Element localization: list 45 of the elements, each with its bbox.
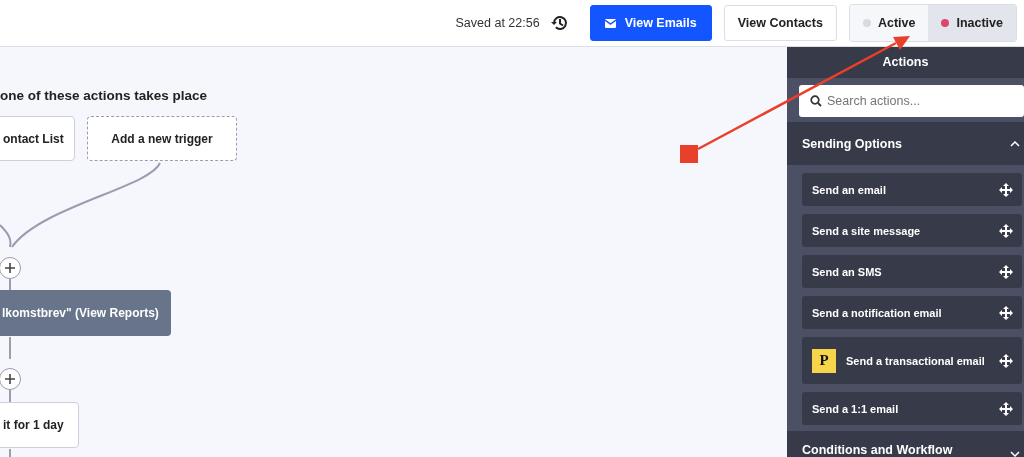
action-item[interactable]: Send a 1:1 email [802,392,1022,425]
action-label: Send a 1:1 email [812,402,899,415]
section-title: Conditions and Workflow [802,443,953,457]
action-label: Send a notification email [812,306,942,319]
move-icon [999,182,1013,197]
chevron-icon [1010,140,1020,147]
email-step-node[interactable]: lkomstbrev" (View Reports) [0,290,171,336]
trigger-heading: one of these actions takes place [0,88,208,103]
saved-status: Saved at 22:56 [455,16,540,30]
move-icon [999,401,1013,416]
action-label: Send a transactional email [846,354,985,367]
action-item[interactable]: Send a notification email [802,296,1022,329]
move-icon [999,264,1013,279]
chevron-icon [1010,451,1020,457]
move-icon [999,223,1013,238]
section-header[interactable]: Sending Options [787,122,1024,165]
view-contacts-button[interactable]: View Contacts [723,5,837,41]
status-option[interactable]: Active [849,5,929,41]
trigger-node[interactable]: ontact List [0,116,75,161]
envelope-icon [604,18,616,28]
section-header[interactable]: Conditions and Workflow [787,431,1024,457]
annotation-marker [680,145,698,163]
action-item[interactable]: Send an SMS [802,255,1022,288]
view-emails-button[interactable]: View Emails [589,5,712,41]
add-trigger-button[interactable]: Add a new trigger [87,116,237,161]
action-item[interactable]: P Send a transactional email [802,337,1022,384]
history-icon [549,14,568,32]
add-step-button[interactable] [0,257,21,279]
action-label: Send an email [812,183,886,196]
action-label: Send an SMS [812,265,882,278]
action-item[interactable]: Send a site message [802,214,1022,247]
add-step-button[interactable] [0,368,21,390]
search-icon [810,95,822,107]
action-item[interactable]: Send an email [802,173,1022,206]
search-field[interactable]: Search actions... [799,85,1024,117]
status-option[interactable]: Inactive [928,5,1016,41]
wait-step-node[interactable]: it for 1 day [0,402,79,448]
panel-title: Actions [787,47,1024,78]
plus-icon [4,262,16,274]
section-title: Sending Options [802,136,902,151]
plus-icon [4,373,16,385]
move-icon [999,353,1013,368]
move-icon [999,305,1013,320]
action-label: Send a site message [812,224,921,237]
postmark-logo: P [812,348,836,373]
